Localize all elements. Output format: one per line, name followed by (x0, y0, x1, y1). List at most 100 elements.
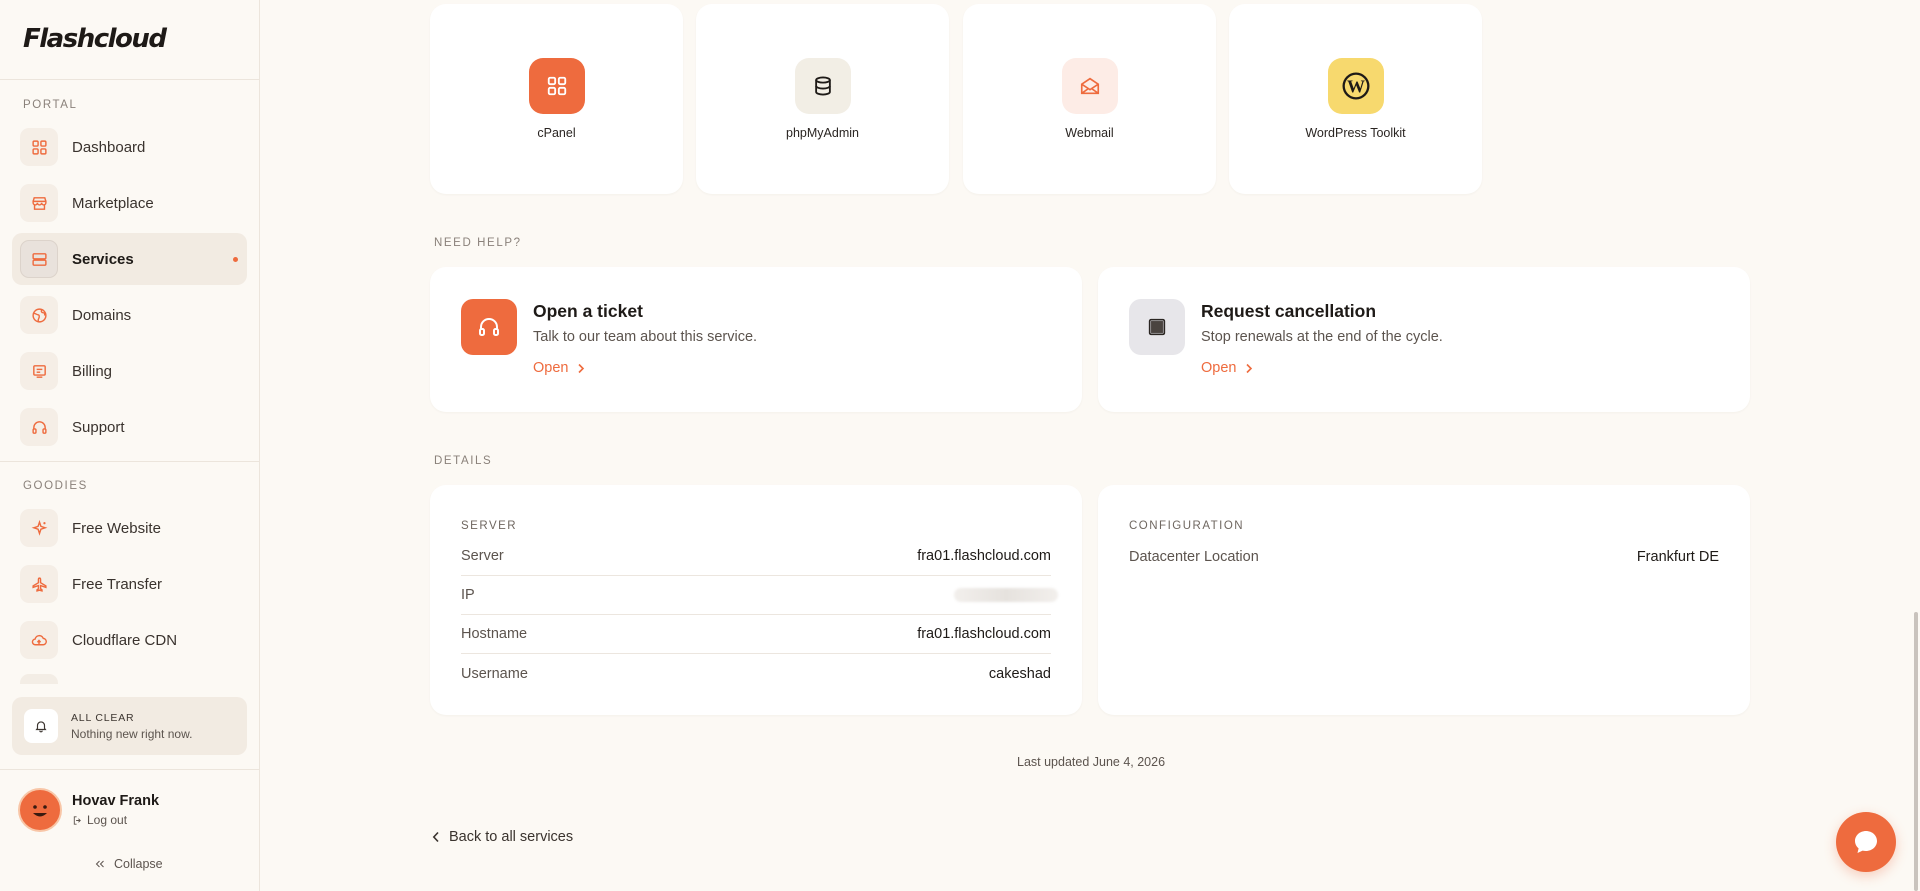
bell-icon (24, 709, 58, 743)
app-tile-webmail[interactable]: Webmail (963, 4, 1216, 194)
sidebar: Flashcloud PORTAL Dashboard Marketplace … (0, 0, 260, 891)
detail-key: Server (461, 548, 504, 564)
server-icon (20, 240, 58, 278)
chevron-right-icon (578, 363, 585, 373)
detail-row-ip: IP (461, 576, 1058, 615)
collapse-button[interactable]: Collapse (94, 857, 163, 871)
detail-key: Datacenter Location (1129, 548, 1259, 565)
link-label: Open (533, 360, 569, 376)
link-label: Open (1201, 360, 1237, 376)
chevron-right-icon (1246, 363, 1253, 373)
need-help-label: NEED HELP? (434, 237, 522, 249)
app-label: phpMyAdmin (786, 126, 859, 140)
configuration-card: CONFIGURATION Datacenter Location Frankf… (1098, 485, 1750, 715)
sidebar-item-label: Domains (72, 306, 132, 324)
sidebar-item-label: Dashboard (72, 138, 146, 156)
sidebar-divider (0, 769, 259, 770)
globe-icon (20, 296, 58, 334)
database-icon (794, 58, 851, 114)
grid-icon (20, 128, 58, 166)
detail-value: fra01.flashcloud.com (917, 626, 1051, 642)
headset-icon (20, 408, 58, 446)
sidebar-item-support[interactable]: Support (12, 401, 247, 453)
portal-section-label: PORTAL (23, 99, 78, 111)
server-heading: SERVER (461, 520, 518, 532)
ip-value-redacted (954, 588, 1058, 602)
chat-button[interactable] (1836, 812, 1896, 872)
stop-icon (1129, 299, 1185, 355)
chevrons-left-icon (95, 860, 104, 868)
app-label: WordPress Toolkit (1305, 126, 1406, 140)
sidebar-item-partial (20, 674, 58, 684)
sidebar-item-label: Cloudflare CDN (72, 631, 178, 649)
sidebar-item-marketplace[interactable]: Marketplace (12, 177, 247, 229)
detail-value: fra01.flashcloud.com (917, 548, 1051, 564)
app-tile-wordpress-toolkit[interactable]: W WordPress Toolkit (1229, 4, 1482, 194)
detail-value: Frankfurt DE (1636, 548, 1719, 565)
collapse-label: Collapse (114, 857, 163, 871)
help-subtitle: Stop renewals at the end of the cycle. (1201, 329, 1443, 345)
sidebar-item-services[interactable]: Services (12, 233, 247, 285)
open-ticket-link[interactable]: Open (533, 360, 585, 376)
sidebar-item-label: Support (72, 418, 125, 436)
back-to-services-link[interactable]: Back to all services (432, 829, 573, 845)
detail-key: Hostname (461, 626, 528, 642)
sidebar-divider (0, 461, 259, 462)
logout-link[interactable]: Log out (72, 813, 159, 827)
notice-title: ALL CLEAR (71, 711, 135, 724)
last-updated: Last updated June 4, 2026 (1017, 755, 1166, 769)
request-cancellation-link[interactable]: Open (1201, 360, 1253, 376)
sparkle-icon (20, 509, 58, 547)
sidebar-divider (0, 79, 259, 80)
plane-icon (20, 565, 58, 603)
headset-icon (461, 299, 517, 355)
detail-row-hostname: Hostname fra01.flashcloud.com (461, 615, 1051, 654)
sidebar-item-billing[interactable]: Billing (12, 345, 247, 397)
user-profile: Hovav Frank Log out (18, 788, 159, 832)
sidebar-item-label: Free Website (72, 519, 161, 537)
cpanel-icon (528, 58, 585, 114)
chevron-left-icon (432, 831, 439, 843)
sidebar-item-label: Free Transfer (72, 575, 163, 593)
app-label: cPanel (537, 126, 576, 140)
notice-subtitle: Nothing new right now. (71, 726, 193, 741)
sidebar-item-label: Billing (72, 362, 113, 380)
logout-label: Log out (87, 813, 128, 827)
detail-value: cakeshad (988, 665, 1051, 682)
back-label: Back to all services (449, 829, 574, 845)
cloud-icon (20, 621, 58, 659)
app-tile-cpanel[interactable]: cPanel (430, 4, 683, 194)
help-title: Request cancellation (1201, 301, 1377, 321)
logout-icon (73, 815, 81, 825)
active-indicator-dot (233, 257, 238, 262)
detail-row-server: Server fra01.flashcloud.com (461, 537, 1051, 576)
details-label: DETAILS (434, 455, 493, 467)
sidebar-item-domains[interactable]: Domains (12, 289, 247, 341)
scrollbar-thumb[interactable] (1914, 612, 1918, 891)
notification-panel[interactable]: ALL CLEAR Nothing new right now. (12, 697, 247, 755)
sidebar-item-free-website[interactable]: Free Website (12, 502, 247, 554)
request-cancellation-card: Request cancellation Stop renewals at th… (1098, 267, 1750, 412)
goodies-section-label: GOODIES (23, 480, 88, 492)
user-name: Hovav Frank (72, 793, 160, 809)
server-details-card: SERVER Server fra01.flashcloud.com IP Ho… (430, 485, 1082, 715)
sidebar-item-label: Marketplace (72, 194, 154, 212)
sidebar-item-free-transfer[interactable]: Free Transfer (12, 558, 247, 610)
sidebar-item-dashboard[interactable]: Dashboard (12, 121, 247, 173)
detail-row-datacenter: Datacenter Location Frankfurt DE (1129, 537, 1719, 576)
receipt-icon (20, 352, 58, 390)
app-label: Webmail (1065, 126, 1114, 140)
app-tile-phpmyadmin[interactable]: phpMyAdmin (696, 4, 949, 194)
help-title: Open a ticket (533, 301, 643, 321)
open-ticket-card: Open a ticket Talk to our team about thi… (430, 267, 1082, 412)
mail-icon (1061, 58, 1118, 114)
detail-row-username: Username cakeshad (461, 654, 1051, 693)
configuration-heading: CONFIGURATION (1129, 520, 1245, 532)
detail-key: IP (461, 587, 475, 603)
avatar[interactable] (18, 788, 62, 832)
sidebar-item-cloudflare-cdn[interactable]: Cloudflare CDN (12, 614, 247, 666)
sidebar-item-label: Services (72, 250, 134, 268)
store-icon (20, 184, 58, 222)
brand-logo[interactable]: Flashcloud (23, 24, 167, 54)
wordpress-icon: W (1327, 58, 1384, 114)
